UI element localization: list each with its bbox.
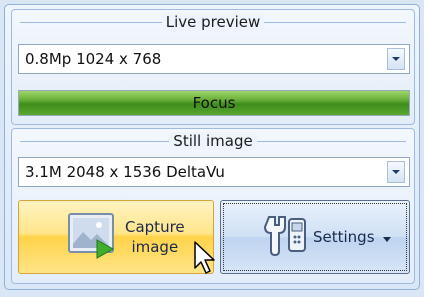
focus-meter: Focus [18, 90, 410, 116]
settings-button[interactable]: Settings [220, 200, 410, 274]
capture-image-button[interactable]: Capture image [18, 200, 214, 274]
picture-with-play-icon [67, 210, 119, 264]
still-resolution-value: 3.1M 2048 x 1536 DeltaVu [25, 163, 225, 181]
settings-label: Settings [313, 228, 375, 246]
live-preview-group: Live preview 0.8Mp 1024 x 768 Focus [11, 9, 415, 125]
chevron-down-icon[interactable] [387, 161, 405, 183]
still-image-title: Still image [169, 132, 257, 150]
mouse-pointer-icon [193, 240, 219, 280]
focus-label: Focus [192, 94, 236, 112]
live-resolution-dropdown[interactable]: 0.8Mp 1024 x 768 [18, 44, 410, 74]
still-image-header: Still image [12, 130, 414, 152]
live-preview-header: Live preview [12, 11, 414, 33]
capture-label: Capture image [125, 217, 185, 257]
still-resolution-dropdown[interactable]: 3.1M 2048 x 1536 DeltaVu [18, 157, 410, 187]
live-preview-title: Live preview [161, 13, 265, 31]
wrench-phone-icon [263, 213, 307, 261]
capture-label-line2: image [131, 238, 179, 256]
capture-label-line1: Capture [125, 218, 185, 236]
chevron-down-icon[interactable] [387, 48, 405, 70]
live-resolution-value: 0.8Mp 1024 x 768 [25, 50, 162, 68]
chevron-down-icon [382, 228, 391, 246]
